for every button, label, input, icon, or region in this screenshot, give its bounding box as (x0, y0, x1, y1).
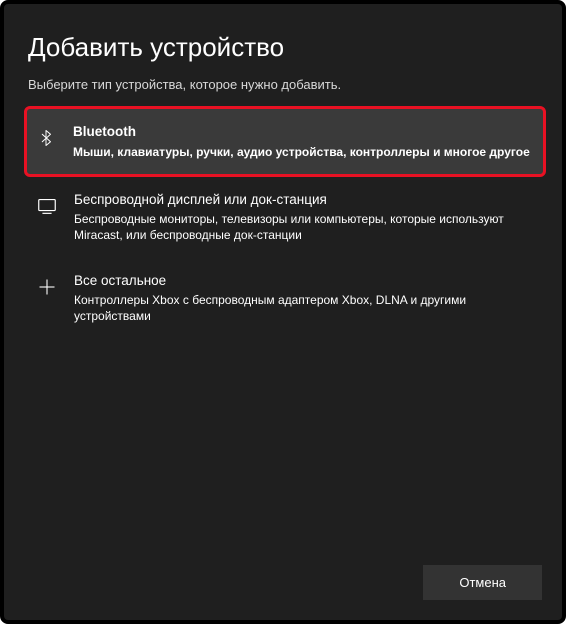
option-everything-else[interactable]: Все остальное Контроллеры Xbox с беспров… (28, 258, 542, 339)
option-other-text: Все остальное Контроллеры Xbox с беспров… (74, 272, 532, 325)
option-bluetooth-text: Bluetooth Мыши, клавиатуры, ручки, аудио… (73, 123, 533, 160)
device-type-list: Bluetooth Мыши, клавиатуры, ручки, аудио… (28, 106, 542, 555)
option-wireless-desc: Беспроводные мониторы, телевизоры или ко… (74, 211, 532, 243)
option-other-desc: Контроллеры Xbox с беспроводным адаптеро… (74, 292, 532, 324)
option-bluetooth[interactable]: Bluetooth Мыши, клавиатуры, ручки, аудио… (24, 106, 546, 177)
option-other-title: Все остальное (74, 272, 532, 290)
option-wireless-text: Беспроводной дисплей или док-станция Бес… (74, 191, 532, 244)
plus-icon (34, 274, 60, 300)
dialog-footer: Отмена (28, 555, 542, 600)
cancel-button[interactable]: Отмена (423, 565, 542, 600)
dialog-subtitle: Выберите тип устройства, которое нужно д… (28, 77, 542, 92)
add-device-dialog: Добавить устройство Выберите тип устройс… (0, 0, 566, 624)
option-wireless-title: Беспроводной дисплей или док-станция (74, 191, 532, 209)
monitor-icon (34, 193, 60, 219)
dialog-title: Добавить устройство (28, 32, 542, 63)
option-bluetooth-desc: Мыши, клавиатуры, ручки, аудио устройств… (73, 144, 533, 160)
bluetooth-icon (33, 125, 59, 151)
option-bluetooth-title: Bluetooth (73, 123, 533, 141)
option-wireless-display[interactable]: Беспроводной дисплей или док-станция Бес… (28, 177, 542, 258)
